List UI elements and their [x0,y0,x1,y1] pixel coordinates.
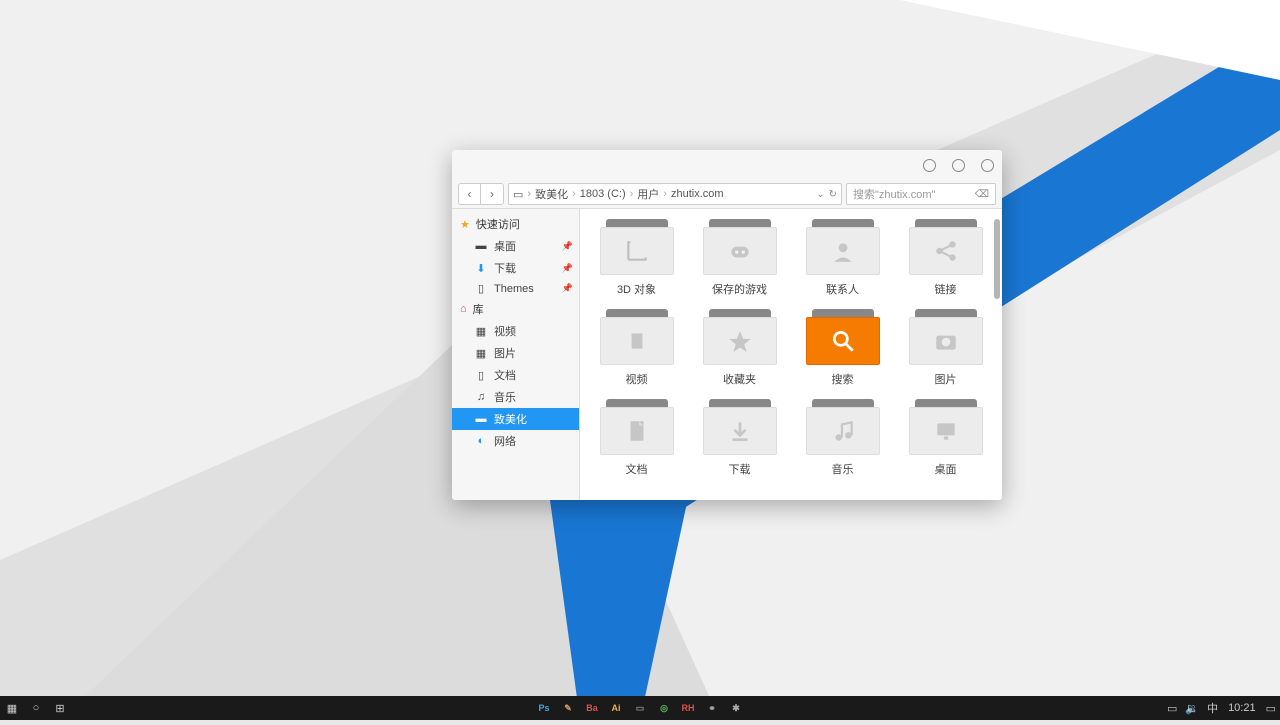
folder-search[interactable]: 搜索 [794,309,891,387]
folder-label: 视频 [626,371,648,387]
maximize-button[interactable] [952,159,965,172]
start-button[interactable]: ▦ [0,696,24,720]
taskview-button[interactable]: ⊞ [48,696,72,720]
taskbar-app-chrome[interactable]: ◎ [652,696,676,720]
taskbar-app-mon[interactable]: ▭ [628,696,652,720]
folder-label: 图片 [935,371,957,387]
titlebar [452,150,1002,180]
download-icon: ⬇ [474,262,488,275]
folder-3d[interactable]: 3D 对象 [588,219,685,297]
taskbar-app-ai[interactable]: Ai [604,696,628,720]
forward-button[interactable]: › [481,184,503,204]
tray-ime[interactable]: 中 [1207,700,1218,716]
sidebar-item-music[interactable]: ♫音乐 [452,386,579,408]
back-button[interactable]: ‹ [459,184,481,204]
pin-icon: 📌 [562,263,573,274]
drive-icon: ▭ [513,188,523,201]
folder-games[interactable]: 保存的游戏 [691,219,788,297]
breadcrumb-part[interactable]: 1803 (C:) [580,188,626,200]
video-icon: ▦ [474,325,488,338]
folder-label: 音乐 [832,461,854,477]
search-input[interactable]: 搜索"zhutix.com" ⌫ [846,183,996,205]
globe-icon: ◐ [474,435,488,447]
folder-icon: ▯ [474,282,488,295]
tray-volume-icon[interactable]: 🔉 [1185,702,1199,715]
disk-icon: ▬ [474,413,488,425]
file-explorer-window: ‹ › ▭ › 致美化 › 1803 (C:) › 用户 › zhutix.co… [452,150,1002,500]
breadcrumb-part[interactable]: 用户 [637,186,659,202]
sidebar-item-zhimeihia[interactable]: ▬致美化 [452,408,579,430]
sidebar-item-downloads[interactable]: ⬇下载📌 [452,257,579,279]
folder-label: 3D 对象 [617,281,656,297]
scrollbar[interactable] [994,219,1000,490]
breadcrumb-part[interactable]: 致美化 [535,186,568,202]
folder-label: 搜索 [832,371,854,387]
folder-documents[interactable]: 文档 [588,399,685,477]
pin-icon: 📌 [562,283,573,294]
folder-label: 链接 [935,281,957,297]
clear-search-icon[interactable]: ⌫ [975,189,989,200]
sidebar: ★快速访问 ▬桌面📌 ⬇下载📌 ▯Themes📌 ⌂库 ▦视频 ▦图片 ▯文档 … [452,209,580,500]
taskbar-app-gear[interactable]: ✱ [724,696,748,720]
folder-label: 收藏夹 [723,371,756,387]
taskbar-app-ps[interactable]: Ps [532,696,556,720]
taskbar-app-brush[interactable]: ✎ [556,696,580,720]
taskbar-app-rh[interactable]: RH [676,696,700,720]
folder-videos[interactable]: 视频 [588,309,685,387]
address-bar[interactable]: ▭ › 致美化 › 1803 (C:) › 用户 › zhutix.com ⌄↻ [508,183,842,205]
folder-label: 保存的游戏 [712,281,767,297]
doc-icon: ▯ [474,369,488,382]
sidebar-item-videos[interactable]: ▦视频 [452,320,579,342]
music-icon: ♫ [474,391,488,403]
sidebar-item-pictures[interactable]: ▦图片 [452,342,579,364]
folder-links[interactable]: 链接 [897,219,994,297]
folder-music[interactable]: 音乐 [794,399,891,477]
close-button[interactable] [981,159,994,172]
history-dropdown-icon[interactable]: ⌄ [816,189,824,200]
sidebar-item-themes[interactable]: ▯Themes📌 [452,279,579,298]
sidebar-item-desktop[interactable]: ▬桌面📌 [452,235,579,257]
toolbar: ‹ › ▭ › 致美化 › 1803 (C:) › 用户 › zhutix.co… [452,180,1002,208]
folder-label: 桌面 [935,461,957,477]
folder-contacts[interactable]: 联系人 [794,219,891,297]
sidebar-item-network[interactable]: ◐网络 [452,430,579,452]
taskbar-app-ba[interactable]: Ba [580,696,604,720]
folder-pictures[interactable]: 图片 [897,309,994,387]
refresh-icon[interactable]: ↻ [829,189,837,200]
folder-label: 联系人 [826,281,859,297]
sidebar-item-documents[interactable]: ▯文档 [452,364,579,386]
clock[interactable]: 10:21 [1228,702,1256,714]
picture-icon: ▦ [474,347,488,360]
taskbar-app-link[interactable]: ⚭ [700,696,724,720]
folder-label: 下载 [729,461,751,477]
star-icon: ★ [460,218,470,231]
folder-label: 文档 [626,461,648,477]
search-placeholder: 搜索"zhutix.com" [853,186,935,202]
sidebar-quick-access[interactable]: ★快速访问 [452,213,579,235]
desktop-icon: ▬ [474,240,488,252]
sidebar-library[interactable]: ⌂库 [452,298,579,320]
minimize-button[interactable] [923,159,936,172]
tray-monitor-icon[interactable]: ▭ [1167,702,1177,715]
taskbar: ▦ ○ ⊞ Ps✎BaAi▭◎RH⚭✱ ▭ 🔉 中 10:21 ▭ [0,696,1280,720]
breadcrumb-part[interactable]: zhutix.com [671,188,724,200]
search-button[interactable]: ○ [24,696,48,720]
home-icon: ⌂ [460,303,467,315]
folder-downloads[interactable]: 下载 [691,399,788,477]
folder-content[interactable]: 3D 对象 保存的游戏 联系人 链接 视频 [580,209,1002,500]
folder-favorites[interactable]: 收藏夹 [691,309,788,387]
folder-desktop[interactable]: 桌面 [897,399,994,477]
notifications-icon[interactable]: ▭ [1266,702,1276,715]
pin-icon: 📌 [562,241,573,252]
